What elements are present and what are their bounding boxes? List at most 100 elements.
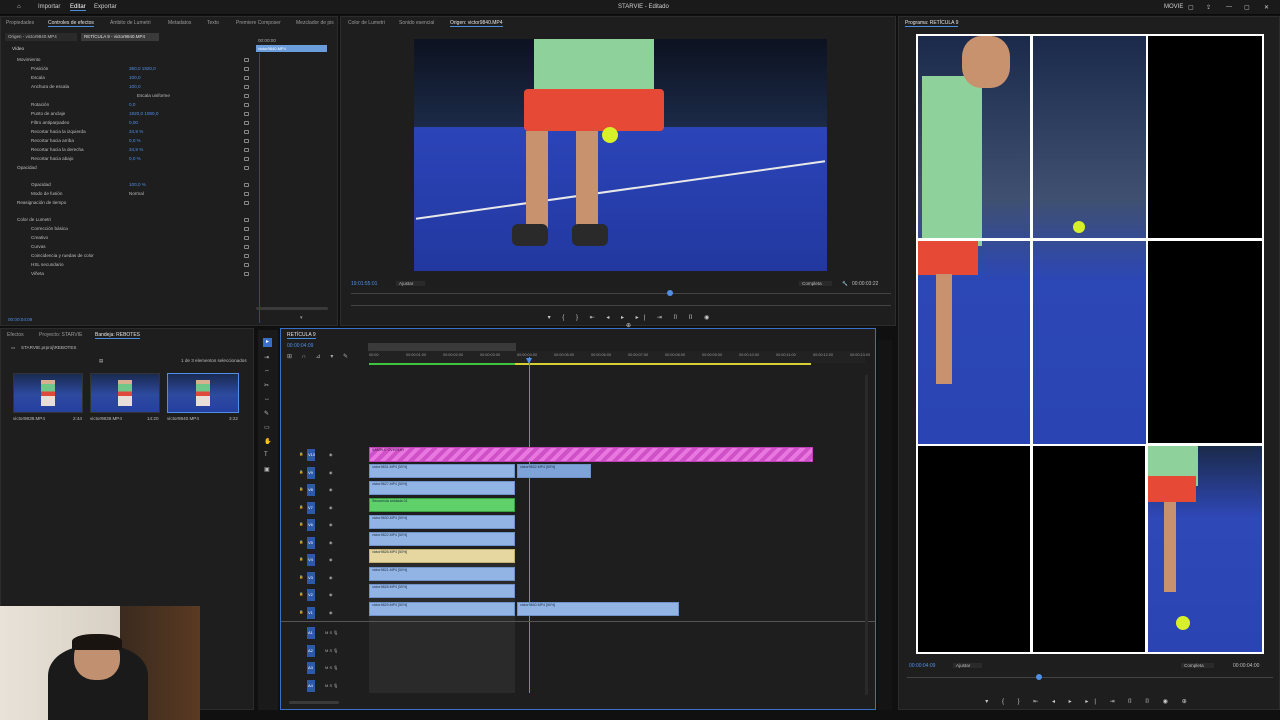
timeline-ruler[interactable]: 00:00 00:00:01:00 00:00:02:00 00:00:03:00 00… (369, 351, 870, 363)
property-value[interactable]: 0,0 % (129, 138, 141, 143)
ec-zoom-scrollbar[interactable] (256, 307, 328, 310)
property-value[interactable]: 34,9 % (129, 129, 143, 134)
clip-v9-a[interactable]: victor9831.MP4 [50%] (369, 464, 515, 478)
source-fit-dropdown[interactable]: Ajustar (396, 281, 426, 286)
video-track-label[interactable]: V8 (308, 487, 313, 492)
clip-v6[interactable]: victor9830.MP4 [50%] (369, 515, 515, 529)
home-icon[interactable]: ⌂ (17, 4, 21, 10)
clip-v7-nested[interactable]: Secuencia anidada 01 (369, 498, 515, 512)
reset-icon[interactable] (244, 166, 249, 170)
reset-icon[interactable] (244, 245, 249, 249)
source-quality-dropdown[interactable]: Completa (799, 281, 832, 286)
timeline-playhead[interactable] (529, 357, 530, 693)
razor-tool-icon[interactable]: ✂ (264, 382, 269, 389)
thumbnail-1[interactable] (13, 373, 83, 413)
reset-icon[interactable] (244, 94, 249, 98)
menu-exportar[interactable]: Exportar (94, 4, 117, 10)
source-clip-selector[interactable]: Origen - victor9840.MP4 (5, 33, 77, 41)
eye-icon[interactable]: ◉ (329, 540, 333, 545)
lock-icon[interactable]: 🔒 (299, 452, 303, 456)
thumbnail-2[interactable] (90, 373, 160, 413)
timeline-zoom-bar[interactable] (289, 701, 339, 704)
reset-icon[interactable] (244, 272, 249, 276)
eye-icon[interactable]: ◉ (329, 522, 333, 527)
track-select-tool-icon[interactable]: ⇥ (264, 354, 269, 361)
tab-effect-controls[interactable]: Controles de efectos (48, 20, 94, 27)
filter-icon[interactable]: ▼ (299, 315, 304, 320)
source-zoom-bar[interactable] (351, 305, 891, 306)
tab-project[interactable]: Proyecto: STARVIE (39, 332, 82, 338)
reset-icon[interactable] (244, 130, 249, 134)
program-scrub-bar[interactable] (907, 677, 1273, 678)
reset-icon[interactable] (244, 218, 249, 222)
property-value[interactable]: 100,0 % (129, 182, 146, 187)
bin-view-icon[interactable]: ▤ (99, 358, 103, 364)
type-tool-icon[interactable]: T (264, 452, 268, 458)
fullscreen-icon[interactable]: ▢ (1188, 4, 1194, 11)
property-value[interactable]: 0,0 % (129, 156, 141, 161)
minimize-icon[interactable]: — (1226, 4, 1232, 10)
selection-tool-icon[interactable]: ▸ (263, 338, 272, 347)
lock-icon[interactable]: 🔒 (299, 540, 303, 544)
workspace-label[interactable]: MOVIE (1164, 4, 1183, 10)
video-track-label[interactable]: V3 (308, 575, 313, 580)
video-track-label[interactable]: V7 (308, 505, 313, 510)
eye-icon[interactable]: ◉ (329, 610, 333, 615)
menu-editar[interactable]: Editar (70, 4, 86, 11)
program-fit-dropdown[interactable]: Ajustar (953, 663, 983, 668)
reset-icon[interactable] (244, 139, 249, 143)
clip-v3[interactable]: victor9821.MP4 [50%] (369, 567, 515, 581)
audio-track-label[interactable]: A3 (308, 665, 313, 670)
property-value[interactable]: Escala uniforme (137, 93, 170, 98)
eye-icon[interactable]: ◉ (329, 575, 333, 580)
pen-tool-icon[interactable]: ✎ (264, 410, 269, 417)
wrench-icon[interactable]: 🔧 (842, 281, 848, 287)
reset-icon[interactable] (244, 103, 249, 107)
mute-solo-mic-icons[interactable]: M S 🎙 (325, 665, 338, 670)
lock-icon[interactable]: 🔒 (299, 575, 303, 579)
program-playhead[interactable] (1036, 674, 1042, 680)
sequence-tab[interactable]: RETÍCULA 9 (287, 332, 316, 339)
eye-icon[interactable]: ◉ (329, 505, 333, 510)
clip-bar[interactable]: victor9840.MP4 (256, 45, 327, 52)
reset-icon[interactable] (244, 121, 249, 125)
timeline-vscroll[interactable] (865, 375, 868, 695)
tab-mixer[interactable]: Mezclador de pis (296, 20, 334, 26)
program-transport-controls[interactable]: ▾ { } ⇤ ◂ ▸ ▸| ⇥ ⌷ ⌷ ◉ ⊕ (959, 698, 1219, 706)
property-value[interactable]: 0,0 (129, 102, 135, 107)
reset-icon[interactable] (244, 148, 249, 152)
reset-icon[interactable] (244, 112, 249, 116)
clip-v8[interactable]: victor9827.MP4 [50%] (369, 481, 515, 495)
lock-icon[interactable]: 🔒 (299, 505, 303, 509)
source-scrub-bar[interactable] (351, 293, 891, 294)
tab-effects[interactable]: Efectos (7, 332, 24, 338)
mute-solo-mic-icons[interactable]: M S 🎙 (325, 683, 338, 688)
ec-timecode[interactable]: 00:00:04:09 (8, 317, 32, 322)
clip-v2[interactable]: victor9828.MP4 [50%] (369, 584, 515, 598)
tab-premiere-composer[interactable]: Premiere Composer (236, 20, 281, 26)
property-value[interactable]: 1920,0 1080,0 (129, 111, 158, 116)
reset-icon[interactable] (244, 183, 249, 187)
reset-icon[interactable] (244, 76, 249, 80)
video-track-label[interactable]: V6 (308, 522, 313, 527)
eye-icon[interactable]: ◉ (329, 592, 333, 597)
video-track-label[interactable]: V1 (308, 610, 313, 615)
reset-icon[interactable] (244, 157, 249, 161)
timeline-timecode[interactable]: 00:00:04:09 (287, 343, 313, 349)
reset-icon[interactable] (244, 201, 249, 205)
hand-tool-icon[interactable]: ✋ (264, 438, 271, 445)
rectangle-tool-icon[interactable]: ▭ (264, 424, 270, 431)
source-transport-controls[interactable]: ▾ { } ⇤ ◂ ▸ ▸| ⇥ ⌷ ⌷ ◉ ⊕ (541, 314, 721, 329)
property-value[interactable]: 0,00 (129, 120, 138, 125)
clip-v5[interactable]: victor9822.MP4 [50%] (369, 532, 515, 546)
tab-text[interactable]: Texto (207, 20, 219, 26)
work-area-bar[interactable] (368, 343, 516, 351)
reset-icon[interactable] (244, 254, 249, 258)
property-value[interactable]: Normal (129, 191, 144, 196)
slip-tool-icon[interactable]: ↔ (264, 396, 270, 402)
lock-icon[interactable]: 🔒 (299, 470, 303, 474)
reset-icon[interactable] (244, 227, 249, 231)
source-playhead[interactable] (667, 290, 673, 296)
lock-icon[interactable]: 🔒 (299, 522, 303, 526)
thumbnail-3[interactable] (167, 373, 239, 413)
